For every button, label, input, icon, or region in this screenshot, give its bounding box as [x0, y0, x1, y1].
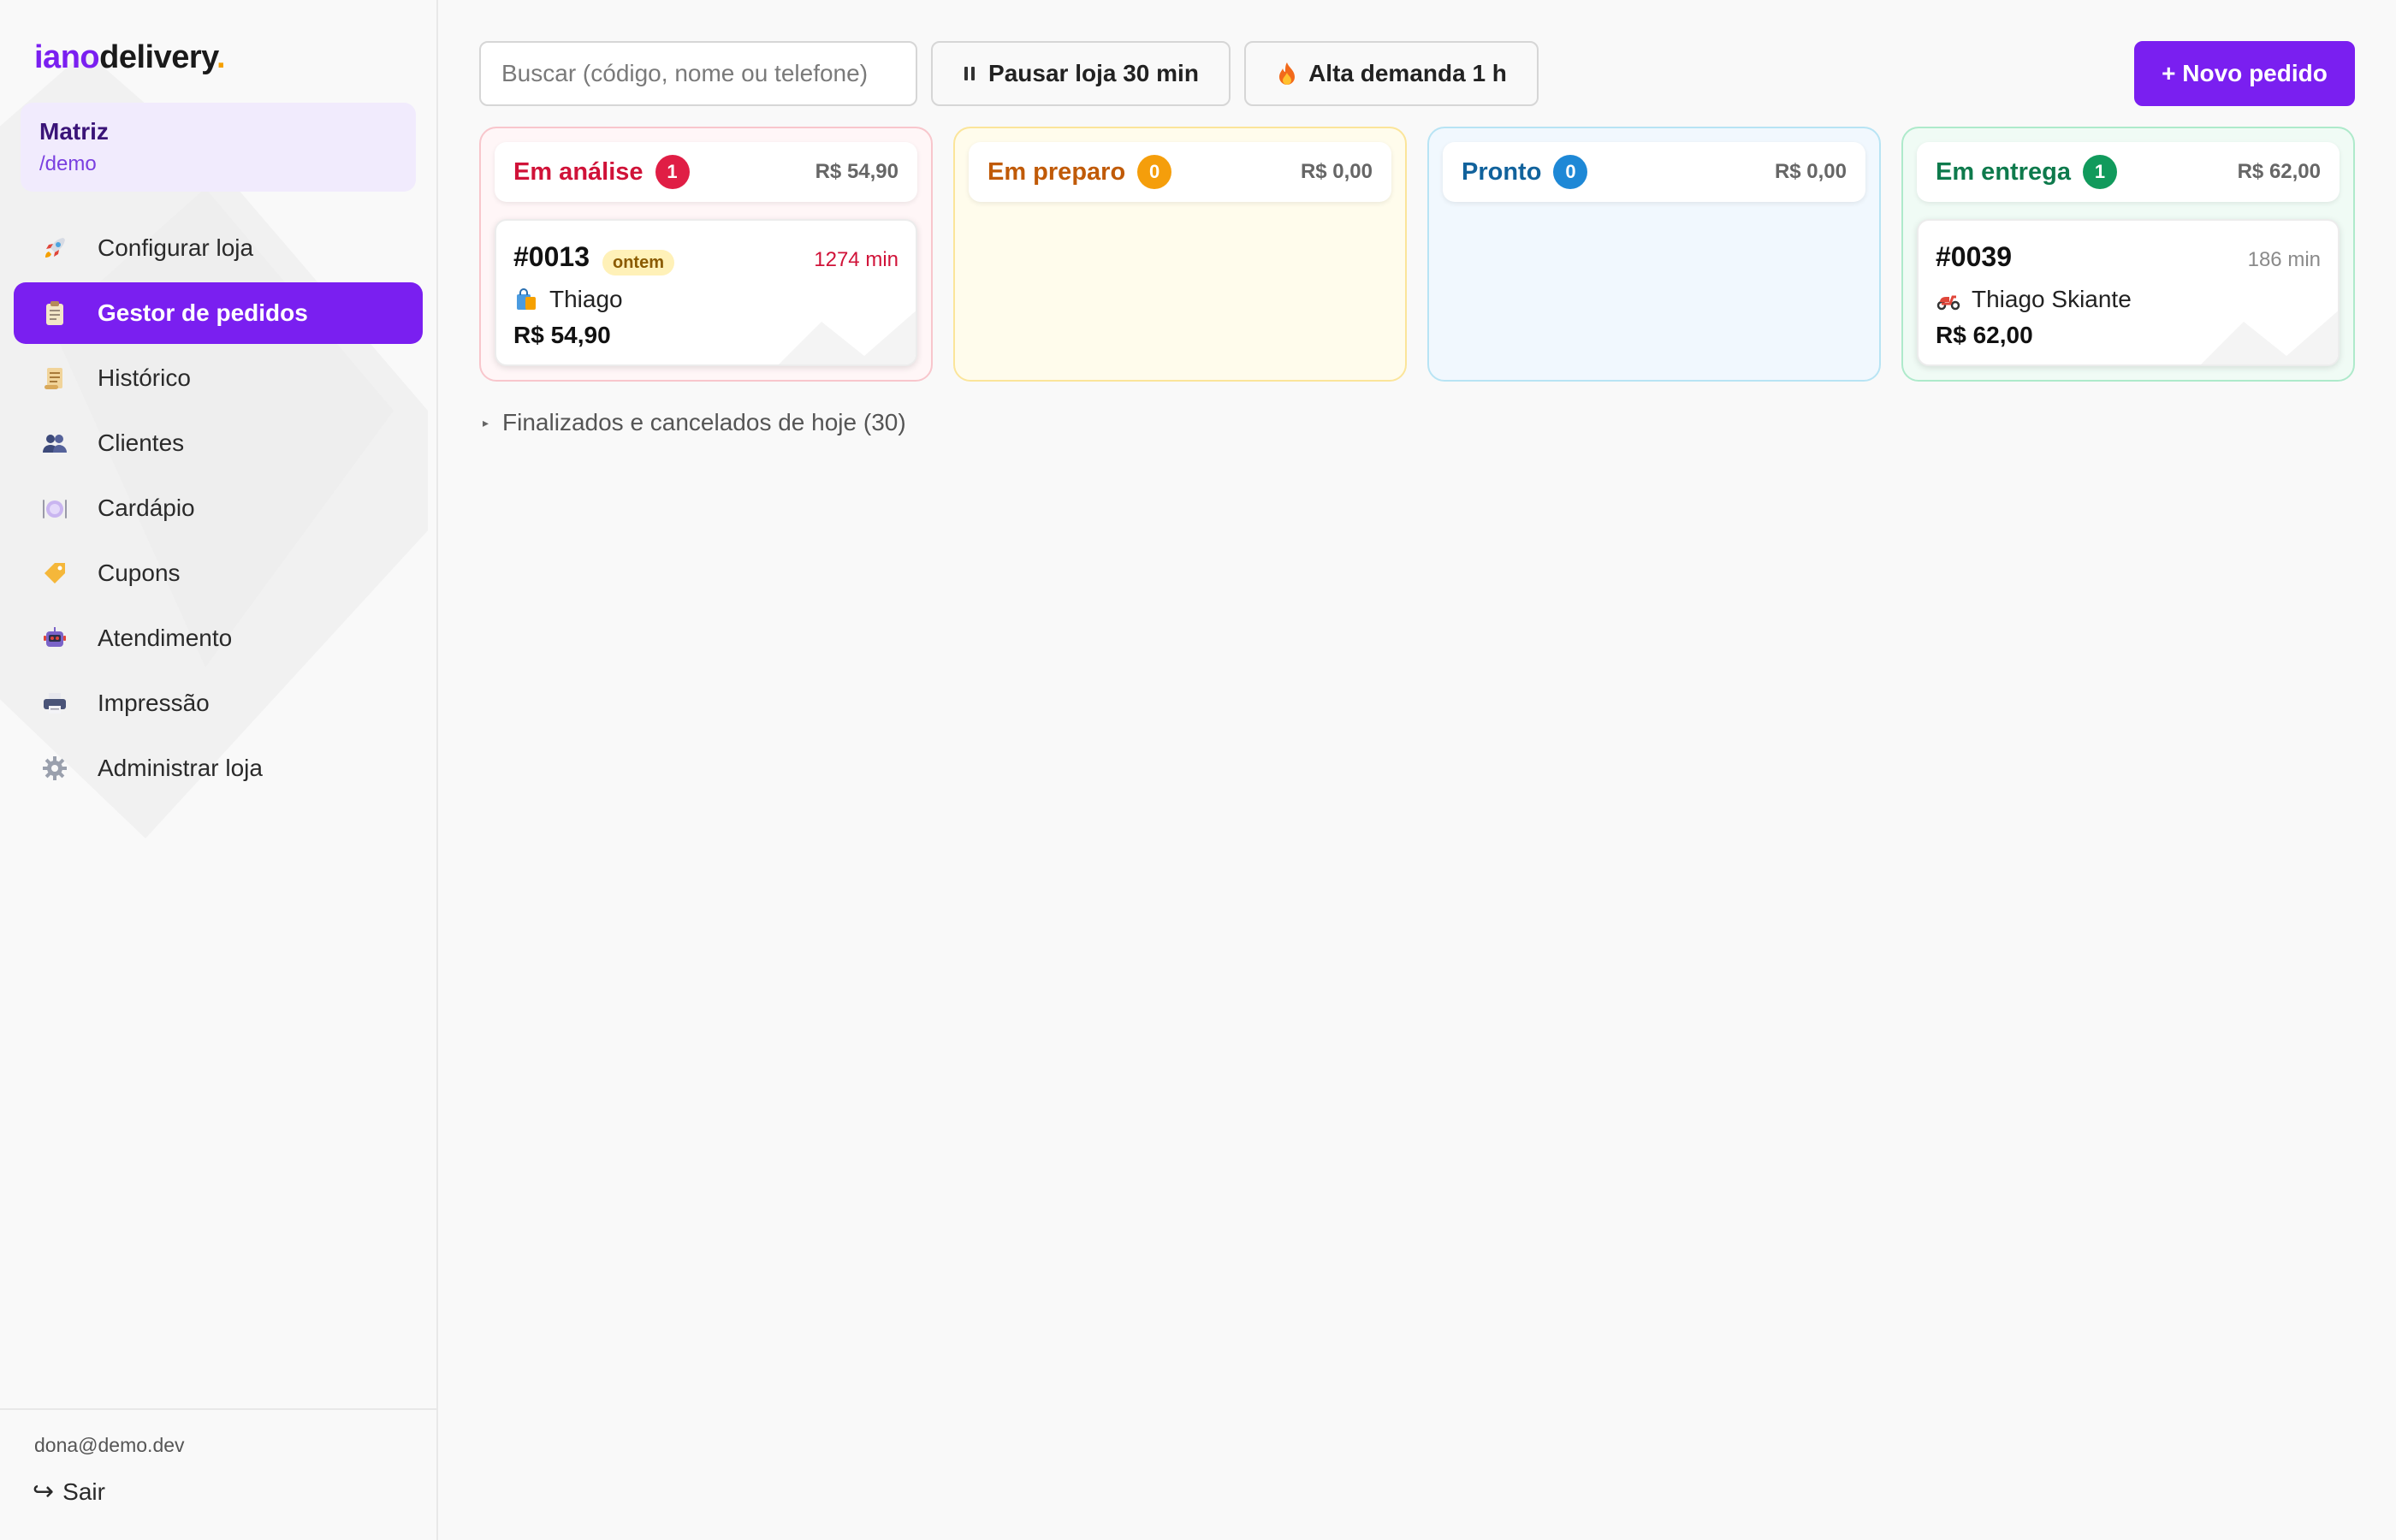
pause-store-label: Pausar loja 30 min [988, 60, 1199, 86]
high-demand-label: Alta demanda 1 h [1308, 60, 1507, 86]
triangle-right-icon: ▸ [483, 415, 489, 429]
sidebar: ianodelivery. Matriz /demo Configurar lo… [0, 0, 438, 1540]
sidebar-item-label: Administrar loja [98, 755, 263, 781]
brand-logo-part2: delivery [99, 39, 216, 75]
pause-store-button[interactable]: Pausar loja 30 min [931, 41, 1231, 106]
column-title: Em entrega [1936, 157, 2071, 186]
sidebar-item-clientes[interactable]: Clientes [14, 412, 423, 474]
sidebar-nav: Configurar loja Gestor de pedidos Histór… [14, 217, 423, 803]
column-count-badge: 1 [655, 155, 690, 189]
order-card[interactable]: #0013 ontem 1274 min Thiago R$ 54,90 [495, 219, 917, 366]
column-header: Em preparo 0 R$ 0,00 [969, 142, 1391, 202]
fire-icon [1276, 61, 1298, 86]
new-order-button[interactable]: + Novo pedido [2134, 41, 2355, 106]
column-header: Em entrega 1 R$ 62,00 [1917, 142, 2340, 202]
order-price: R$ 54,90 [513, 322, 611, 348]
order-date-tag: ontem [602, 250, 674, 275]
column-em-analise: Em análise 1 R$ 54,90 #0013 ontem 1274 m… [479, 127, 933, 382]
order-elapsed-time: 1274 min [814, 248, 898, 271]
sidebar-item-cardapio[interactable]: Cardápio [14, 477, 423, 539]
column-total: R$ 62,00 [2237, 160, 2321, 183]
sidebar-item-label: Gestor de pedidos [98, 299, 308, 326]
column-title: Em preparo [987, 157, 1126, 186]
logout-label: Sair [62, 1478, 105, 1505]
high-demand-button[interactable]: Alta demanda 1 h [1244, 41, 1539, 106]
shopping-bag-icon [513, 287, 539, 312]
column-em-entrega: Em entrega 1 R$ 62,00 #0039 186 min Thia… [1901, 127, 2355, 382]
scroll-icon [38, 361, 72, 395]
order-price: R$ 62,00 [1936, 322, 2033, 348]
sidebar-item-atendimento[interactable]: Atendimento [14, 607, 423, 669]
column-em-preparo: Em preparo 0 R$ 0,00 [953, 127, 1407, 382]
brand-logo[interactable]: ianodelivery. [34, 39, 226, 76]
sidebar-item-configurar-loja[interactable]: Configurar loja [14, 217, 423, 279]
search-input[interactable] [479, 41, 917, 106]
gear-icon [38, 751, 72, 785]
column-header: Pronto 0 R$ 0,00 [1443, 142, 1865, 202]
sidebar-item-label: Histórico [98, 364, 191, 391]
store-slug: /demo [39, 152, 97, 175]
finished-orders-label: Finalizados e cancelados de hoje (30) [502, 409, 906, 435]
column-count-badge: 0 [1553, 155, 1588, 189]
sidebar-item-label: Cupons [98, 560, 181, 586]
order-customer: Thiago [513, 286, 623, 313]
printer-icon [38, 686, 72, 720]
card-background-decoration [2201, 311, 2338, 364]
sidebar-item-label: Configurar loja [98, 234, 254, 261]
sidebar-item-label: Atendimento [98, 625, 233, 651]
brand-logo-dot: . [216, 39, 226, 75]
sidebar-item-label: Impressão [98, 690, 210, 716]
customer-name: Thiago Skiante [1972, 286, 2132, 312]
column-total: R$ 0,00 [1774, 160, 1847, 183]
sidebar-item-gestor-de-pedidos[interactable]: Gestor de pedidos [14, 282, 423, 344]
sidebar-footer: dona@demo.dev ↪ Sair [0, 1408, 436, 1540]
robot-icon [38, 621, 72, 655]
sidebar-item-label: Clientes [98, 429, 185, 456]
order-code: #0039 [1936, 241, 2012, 272]
column-title: Em análise [513, 157, 643, 186]
sidebar-item-label: Cardápio [98, 495, 195, 521]
column-count-badge: 1 [2082, 155, 2117, 189]
order-code: #0013 [513, 241, 590, 272]
pause-icon [963, 64, 978, 83]
order-customer: Thiago Skiante [1936, 286, 2132, 313]
user-email: dona@demo.dev [34, 1434, 185, 1456]
logout-arrow-icon: ↪ [33, 1478, 55, 1506]
sidebar-item-cupons[interactable]: Cupons [14, 542, 423, 604]
order-card[interactable]: #0039 186 min Thiago Skiante R$ 62,00 [1917, 219, 2340, 366]
customer-name: Thiago [549, 286, 623, 312]
brand-logo-part1: iano [34, 39, 100, 75]
card-background-decoration [779, 311, 916, 364]
column-title: Pronto [1462, 157, 1542, 186]
store-name: Matriz [39, 118, 109, 145]
store-selector[interactable]: Matriz /demo [21, 103, 416, 192]
column-total: R$ 0,00 [1300, 160, 1373, 183]
finished-orders-toggle[interactable]: ▸ Finalizados e cancelados de hoje (30) [483, 409, 906, 436]
plate-icon [38, 491, 72, 525]
column-header: Em análise 1 R$ 54,90 [495, 142, 917, 202]
column-pronto: Pronto 0 R$ 0,00 [1427, 127, 1881, 382]
clipboard-icon [38, 296, 72, 330]
order-elapsed-time: 186 min [2247, 248, 2321, 271]
sidebar-item-historico[interactable]: Histórico [14, 347, 423, 409]
column-count-badge: 0 [1137, 155, 1172, 189]
tag-icon [38, 556, 72, 590]
scooter-icon [1936, 287, 1961, 312]
rocket-icon [38, 231, 72, 265]
sidebar-item-impressao[interactable]: Impressão [14, 672, 423, 734]
logout-button[interactable]: ↪ Sair [33, 1477, 105, 1507]
sidebar-item-administrar-loja[interactable]: Administrar loja [14, 737, 423, 799]
users-icon [38, 426, 72, 460]
column-total: R$ 54,90 [815, 160, 898, 183]
